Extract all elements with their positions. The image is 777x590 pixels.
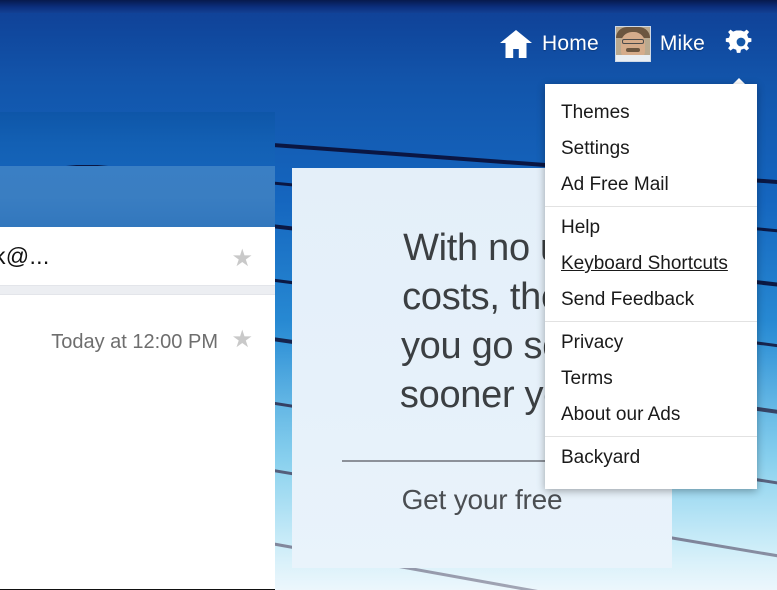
star-icon[interactable]: ★	[231, 328, 253, 352]
user-menu[interactable]: Mike	[607, 18, 713, 70]
header-nav: Home Mike	[491, 18, 763, 89]
menu-item-send-feedback[interactable]: Send Feedback	[545, 282, 757, 318]
home-button[interactable]: Home	[491, 18, 607, 70]
top-strip	[0, 0, 777, 13]
home-label: Home	[542, 32, 599, 55]
mail-panel: k@... ★ Today at 12:00 PM ★ more details…	[0, 112, 275, 590]
avatar	[614, 26, 651, 62]
list-divider	[0, 285, 275, 295]
menu-group: Help Keyboard Shortcuts Send Feedback	[545, 206, 757, 321]
menu-group: Privacy Terms About our Ads	[545, 321, 757, 436]
mail-sender-row[interactable]: k@... ★	[0, 227, 275, 285]
home-icon	[500, 30, 533, 58]
menu-group: Backyard	[545, 436, 757, 479]
gear-icon	[725, 29, 752, 53]
mail-panel-header	[0, 166, 275, 260]
mail-message-area: k@... ★ Today at 12:00 PM ★ more details…	[0, 227, 275, 590]
settings-dropdown-menu: Themes Settings Ad Free Mail Help Keyboa…	[545, 84, 757, 489]
menu-group: Themes Settings Ad Free Mail	[545, 92, 757, 206]
sender-address: k@...	[0, 243, 50, 269]
menu-item-themes[interactable]: Themes	[545, 95, 757, 131]
global-header: Home Mike	[0, 13, 777, 89]
star-icon[interactable]: ★	[231, 247, 253, 271]
menu-item-help[interactable]: Help	[545, 210, 757, 246]
settings-button[interactable]	[713, 18, 763, 89]
menu-item-ad-free-mail[interactable]: Ad Free Mail	[545, 167, 757, 203]
user-name-label: Mike	[659, 32, 705, 55]
menu-item-settings[interactable]: Settings	[545, 131, 757, 167]
mail-panel-toolbar	[0, 112, 275, 165]
menu-item-backyard[interactable]: Backyard	[545, 440, 757, 476]
menu-item-terms[interactable]: Terms	[545, 361, 757, 397]
menu-item-keyboard-shortcuts[interactable]: Keyboard Shortcuts	[545, 246, 757, 282]
menu-item-about-our-ads[interactable]: About our Ads	[545, 397, 757, 433]
menu-item-privacy[interactable]: Privacy	[545, 325, 757, 361]
message-timestamp: Today at 12:00 PM	[51, 331, 218, 353]
